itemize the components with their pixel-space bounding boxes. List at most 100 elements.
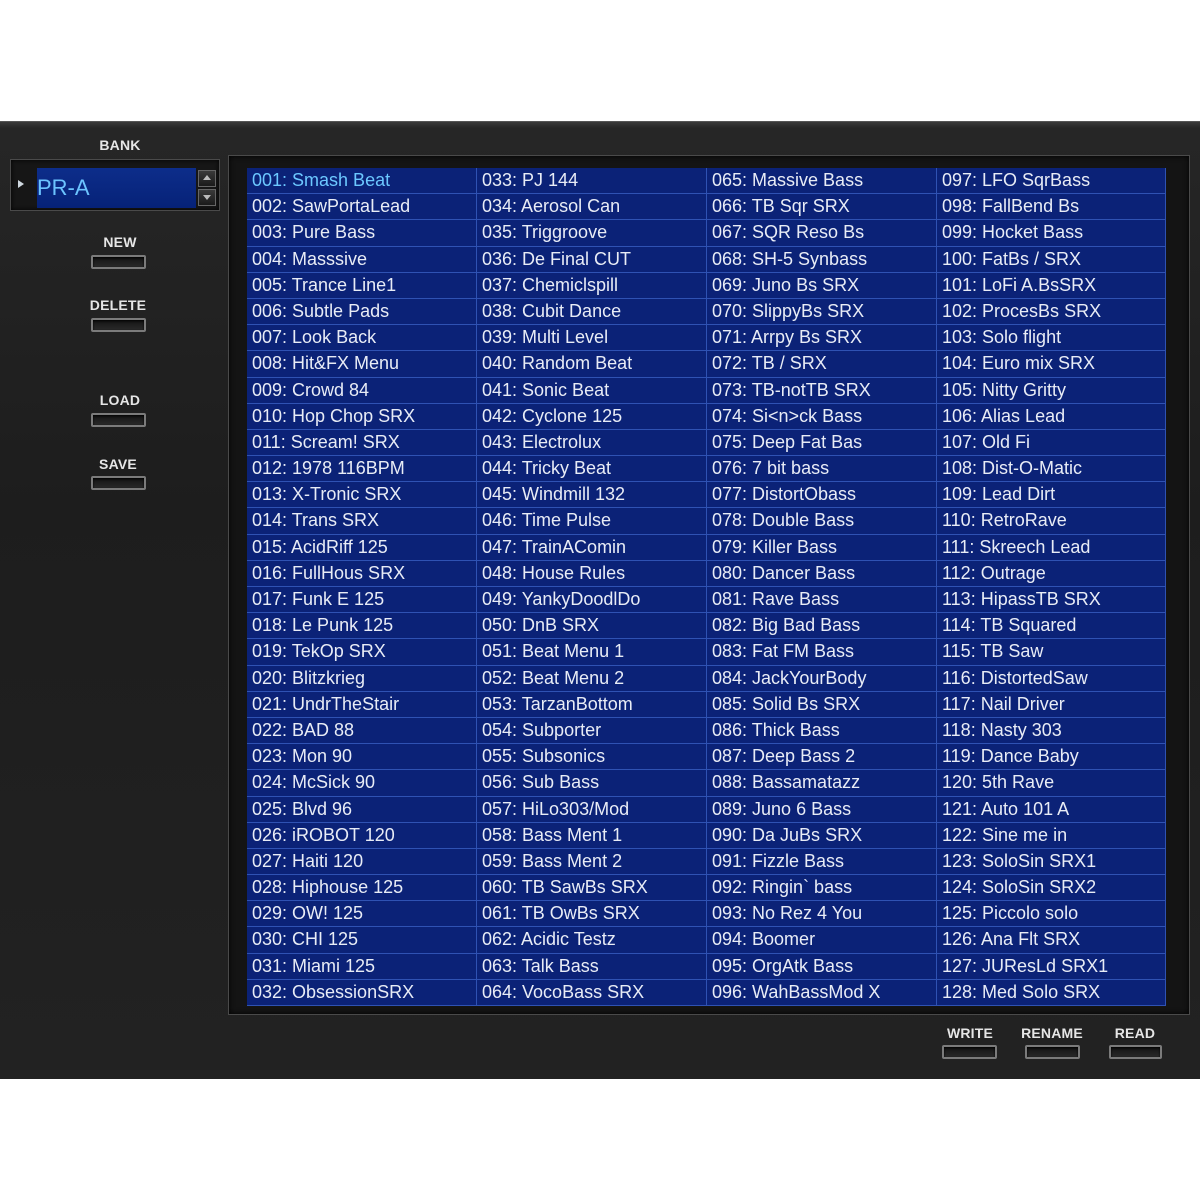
patch-item[interactable]: 056: Sub Bass	[477, 770, 707, 797]
patch-item[interactable]: 118: Nasty 303	[937, 717, 1166, 745]
patch-item[interactable]: 070: SlippyBs SRX	[707, 298, 937, 326]
patch-item[interactable]: 119: Dance Baby	[937, 744, 1166, 771]
patch-item[interactable]: 052: Beat Menu 2	[477, 665, 707, 692]
patch-item[interactable]: 023: Mon 90	[247, 744, 477, 771]
patch-item[interactable]: 124: SoloSin SRX2	[937, 875, 1166, 902]
patch-item[interactable]: 112: Outrage	[937, 560, 1166, 587]
patch-item[interactable]: 100: FatBs / SRX	[937, 246, 1166, 273]
patch-item[interactable]: 032: ObsessionSRX	[247, 979, 477, 1006]
patch-item[interactable]: 044: Tricky Beat	[477, 456, 707, 483]
write-button[interactable]	[942, 1045, 997, 1059]
patch-item[interactable]: 065: Massive Bass	[707, 168, 937, 195]
patch-item[interactable]: 105: Nitty Gritty	[937, 377, 1166, 404]
patch-item[interactable]: 026: iROBOT 120	[247, 822, 477, 849]
patch-item[interactable]: 055: Subsonics	[477, 744, 707, 771]
patch-item[interactable]: 090: Da JuBs SRX	[707, 822, 937, 849]
patch-item[interactable]: 117: Nail Driver	[937, 691, 1166, 718]
patch-item[interactable]: 004: Masssive	[247, 246, 477, 273]
patch-item[interactable]: 113: HipassTB SRX	[937, 587, 1166, 614]
patch-item[interactable]: 010: Hop Chop SRX	[247, 403, 477, 430]
patch-item[interactable]: 027: Haiti 120	[247, 848, 477, 876]
patch-item[interactable]: 116: DistortedSaw	[937, 665, 1166, 692]
patch-item[interactable]: 101: LoFi A.BsSRX	[937, 272, 1166, 299]
patch-item[interactable]: 050: DnB SRX	[477, 613, 707, 640]
patch-item[interactable]: 122: Sine me in	[937, 822, 1166, 849]
patch-item[interactable]: 069: Juno Bs SRX	[707, 272, 937, 299]
patch-item[interactable]: 111: Skreech Lead	[937, 534, 1166, 561]
patch-item[interactable]: 104: Euro mix SRX	[937, 351, 1166, 378]
load-button[interactable]	[91, 413, 146, 427]
patch-item[interactable]: 120: 5th Rave	[937, 770, 1166, 797]
patch-item[interactable]: 061: TB OwBs SRX	[477, 901, 707, 928]
patch-item[interactable]: 080: Dancer Bass	[707, 560, 937, 587]
bank-up-button[interactable]	[198, 170, 216, 187]
patch-item[interactable]: 082: Big Bad Bass	[707, 613, 937, 640]
patch-item[interactable]: 058: Bass Ment 1	[477, 822, 707, 849]
patch-item[interactable]: 076: 7 bit bass	[707, 456, 937, 483]
patch-item[interactable]: 064: VocoBass SRX	[477, 979, 707, 1006]
patch-item[interactable]: 005: Trance Line1	[247, 272, 477, 299]
patch-item[interactable]: 047: TrainAComin	[477, 534, 707, 561]
patch-item[interactable]: 110: RetroRave	[937, 508, 1166, 535]
patch-item[interactable]: 123: SoloSin SRX1	[937, 848, 1166, 876]
patch-item[interactable]: 043: Electrolux	[477, 429, 707, 457]
patch-item[interactable]: 087: Deep Bass 2	[707, 744, 937, 771]
patch-item[interactable]: 035: Triggroove	[477, 220, 707, 247]
patch-item[interactable]: 068: SH-5 Synbass	[707, 246, 937, 273]
new-button[interactable]	[91, 255, 146, 269]
patch-item[interactable]: 038: Cubit Dance	[477, 298, 707, 326]
patch-item[interactable]: 011: Scream! SRX	[247, 429, 477, 457]
patch-item[interactable]: 021: UndrTheStair	[247, 691, 477, 718]
save-button[interactable]	[91, 476, 146, 490]
patch-item[interactable]: 102: ProcesBs SRX	[937, 298, 1166, 326]
patch-item[interactable]: 095: OrgAtk Bass	[707, 953, 937, 980]
patch-item[interactable]: 022: BAD 88	[247, 717, 477, 745]
patch-item[interactable]: 057: HiLo303/Mod	[477, 796, 707, 823]
patch-item[interactable]: 046: Time Pulse	[477, 508, 707, 535]
patch-item[interactable]: 012: 1978 116BPM	[247, 456, 477, 483]
patch-item[interactable]: 086: Thick Bass	[707, 717, 937, 745]
patch-item[interactable]: 114: TB Squared	[937, 613, 1166, 640]
patch-item[interactable]: 039: Multi Level	[477, 325, 707, 352]
patch-item[interactable]: 028: Hiphouse 125	[247, 875, 477, 902]
patch-item[interactable]: 107: Old Fi	[937, 429, 1166, 457]
patch-item[interactable]: 106: Alias Lead	[937, 403, 1166, 430]
patch-item[interactable]: 034: Aerosol Can	[477, 194, 707, 221]
patch-item[interactable]: 008: Hit&FX Menu	[247, 351, 477, 378]
patch-item[interactable]: 096: WahBassMod X	[707, 979, 937, 1006]
patch-item[interactable]: 019: TekOp SRX	[247, 639, 477, 666]
patch-item[interactable]: 041: Sonic Beat	[477, 377, 707, 404]
patch-item[interactable]: 045: Windmill 132	[477, 482, 707, 509]
patch-item[interactable]: 089: Juno 6 Bass	[707, 796, 937, 823]
patch-item[interactable]: 002: SawPortaLead	[247, 194, 477, 221]
patch-item[interactable]: 042: Cyclone 125	[477, 403, 707, 430]
patch-item[interactable]: 127: JUResLd SRX1	[937, 953, 1166, 980]
patch-item[interactable]: 125: Piccolo solo	[937, 901, 1166, 928]
patch-item[interactable]: 115: TB Saw	[937, 639, 1166, 666]
patch-item[interactable]: 103: Solo flight	[937, 325, 1166, 352]
rename-button[interactable]	[1025, 1045, 1080, 1059]
patch-item[interactable]: 066: TB Sqr SRX	[707, 194, 937, 221]
patch-item[interactable]: 108: Dist-O-Matic	[937, 456, 1166, 483]
patch-item[interactable]: 059: Bass Ment 2	[477, 848, 707, 876]
bank-down-button[interactable]	[198, 189, 216, 206]
patch-item[interactable]: 079: Killer Bass	[707, 534, 937, 561]
patch-item[interactable]: 081: Rave Bass	[707, 587, 937, 614]
patch-item[interactable]: 053: TarzanBottom	[477, 691, 707, 718]
patch-item[interactable]: 094: Boomer	[707, 927, 937, 954]
patch-item[interactable]: 121: Auto 101 A	[937, 796, 1166, 823]
delete-button[interactable]	[91, 318, 146, 332]
patch-item[interactable]: 009: Crowd 84	[247, 377, 477, 404]
patch-item[interactable]: 099: Hocket Bass	[937, 220, 1166, 247]
patch-item[interactable]: 097: LFO SqrBass	[937, 168, 1166, 195]
patch-item[interactable]: 077: DistortObass	[707, 482, 937, 509]
patch-item[interactable]: 031: Miami 125	[247, 953, 477, 980]
patch-item[interactable]: 003: Pure Bass	[247, 220, 477, 247]
patch-item[interactable]: 083: Fat FM Bass	[707, 639, 937, 666]
patch-item[interactable]: 006: Subtle Pads	[247, 298, 477, 326]
patch-item[interactable]: 018: Le Punk 125	[247, 613, 477, 640]
patch-item[interactable]: 072: TB / SRX	[707, 351, 937, 378]
patch-item[interactable]: 051: Beat Menu 1	[477, 639, 707, 666]
patch-item[interactable]: 075: Deep Fat Bas	[707, 429, 937, 457]
bank-display[interactable]: PR-A	[37, 168, 196, 208]
